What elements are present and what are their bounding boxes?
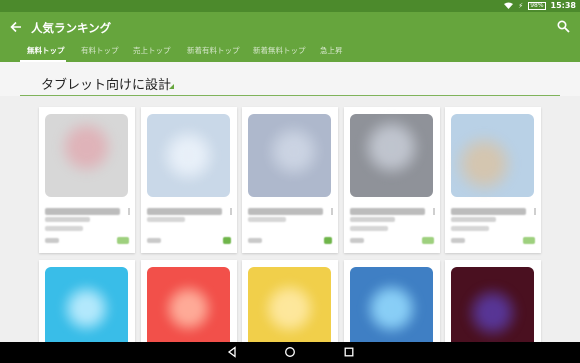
section-divider xyxy=(20,95,560,96)
install-badge xyxy=(223,237,231,244)
page-title: 人気ランキング xyxy=(31,21,112,35)
app-thumbnail xyxy=(451,267,534,350)
app-thumbnail xyxy=(248,114,331,197)
navigation-bar xyxy=(0,342,580,363)
nav-recents-icon[interactable] xyxy=(343,346,355,358)
app-card[interactable] xyxy=(39,260,135,350)
app-thumbnail xyxy=(248,267,331,350)
tab-new-paid-top[interactable]: 新着有料トップ xyxy=(187,45,240,56)
tab-paid-top[interactable]: 有料トップ xyxy=(81,45,119,56)
status-bar: ⚡ 98% 15:38 xyxy=(0,0,580,12)
nav-home-icon[interactable] xyxy=(284,346,296,358)
more-icon[interactable] xyxy=(128,208,130,215)
rating-placeholder xyxy=(350,238,364,243)
app-thumbnail xyxy=(451,114,534,197)
more-corner-icon xyxy=(169,84,174,89)
app-icon-blur xyxy=(45,267,128,350)
app-icon-blur xyxy=(248,114,331,197)
app-name-line2-placeholder xyxy=(45,217,90,222)
app-icon-blur xyxy=(350,114,433,197)
rating-placeholder xyxy=(147,238,161,243)
app-name-placeholder xyxy=(147,208,222,215)
app-thumbnail xyxy=(350,114,433,197)
app-icon-blur xyxy=(248,267,331,350)
battery-icon: ⚡ xyxy=(518,1,524,10)
app-card[interactable] xyxy=(445,107,541,253)
more-icon[interactable] xyxy=(331,208,333,215)
developer-placeholder xyxy=(248,217,286,222)
free-badge xyxy=(523,237,535,244)
app-card[interactable] xyxy=(39,107,135,253)
more-icon[interactable] xyxy=(433,208,435,215)
tab-trending[interactable]: 急上昇 xyxy=(320,45,343,56)
app-card[interactable] xyxy=(344,260,440,350)
app-card[interactable] xyxy=(141,107,237,253)
app-name-line2-placeholder xyxy=(451,217,496,222)
app-name-placeholder xyxy=(248,208,323,215)
app-thumbnail xyxy=(350,267,433,350)
tab-free-top[interactable]: 無料トップ xyxy=(27,45,65,56)
app-thumbnail xyxy=(45,114,128,197)
app-thumbnail xyxy=(45,267,128,350)
app-name-line2-placeholder xyxy=(350,217,395,222)
rating-placeholder xyxy=(451,238,465,243)
app-name-placeholder xyxy=(451,208,526,215)
app-name-placeholder xyxy=(350,208,425,215)
app-icon-blur xyxy=(45,114,128,197)
app-card[interactable] xyxy=(344,107,440,253)
more-icon[interactable] xyxy=(230,208,232,215)
app-icon-blur xyxy=(451,267,534,350)
rating-placeholder xyxy=(248,238,262,243)
app-icon-blur xyxy=(147,114,230,197)
tab-bar: 無料トップ 有料トップ 売上トップ 新着有料トップ 新着無料トップ 急上昇 xyxy=(0,45,580,62)
more-icon[interactable] xyxy=(534,208,536,215)
app-thumbnail xyxy=(147,114,230,197)
app-thumbnail xyxy=(147,267,230,350)
app-card[interactable] xyxy=(141,260,237,350)
developer-placeholder xyxy=(147,217,185,222)
app-card[interactable] xyxy=(242,107,338,253)
app-icon-blur xyxy=(350,267,433,350)
free-badge xyxy=(422,237,434,244)
app-bar: 人気ランキング 無料トップ 有料トップ 売上トップ 新着有料トップ 新着無料トッ… xyxy=(0,12,580,62)
back-arrow-icon[interactable] xyxy=(9,20,23,34)
nav-back-icon[interactable] xyxy=(226,346,238,358)
developer-placeholder xyxy=(350,226,388,231)
section-header: タブレット向けに設計 xyxy=(0,62,580,96)
app-card[interactable] xyxy=(242,260,338,350)
section-title[interactable]: タブレット向けに設計 xyxy=(41,74,171,93)
wifi-icon xyxy=(504,2,514,9)
app-name-placeholder xyxy=(45,208,120,215)
app-card[interactable] xyxy=(445,260,541,350)
tab-new-free-top[interactable]: 新着無料トップ xyxy=(253,45,306,56)
developer-placeholder xyxy=(451,226,489,231)
app-icon-blur xyxy=(451,114,534,197)
battery-percent: 98% xyxy=(528,1,546,10)
clock: 15:38 xyxy=(550,1,576,10)
app-icon-blur xyxy=(147,267,230,350)
install-badge xyxy=(324,237,332,244)
rating-placeholder xyxy=(45,238,59,243)
search-icon[interactable] xyxy=(557,20,570,33)
tab-grossing-top[interactable]: 売上トップ xyxy=(133,45,171,56)
free-badge xyxy=(117,237,129,244)
developer-placeholder xyxy=(45,226,83,231)
